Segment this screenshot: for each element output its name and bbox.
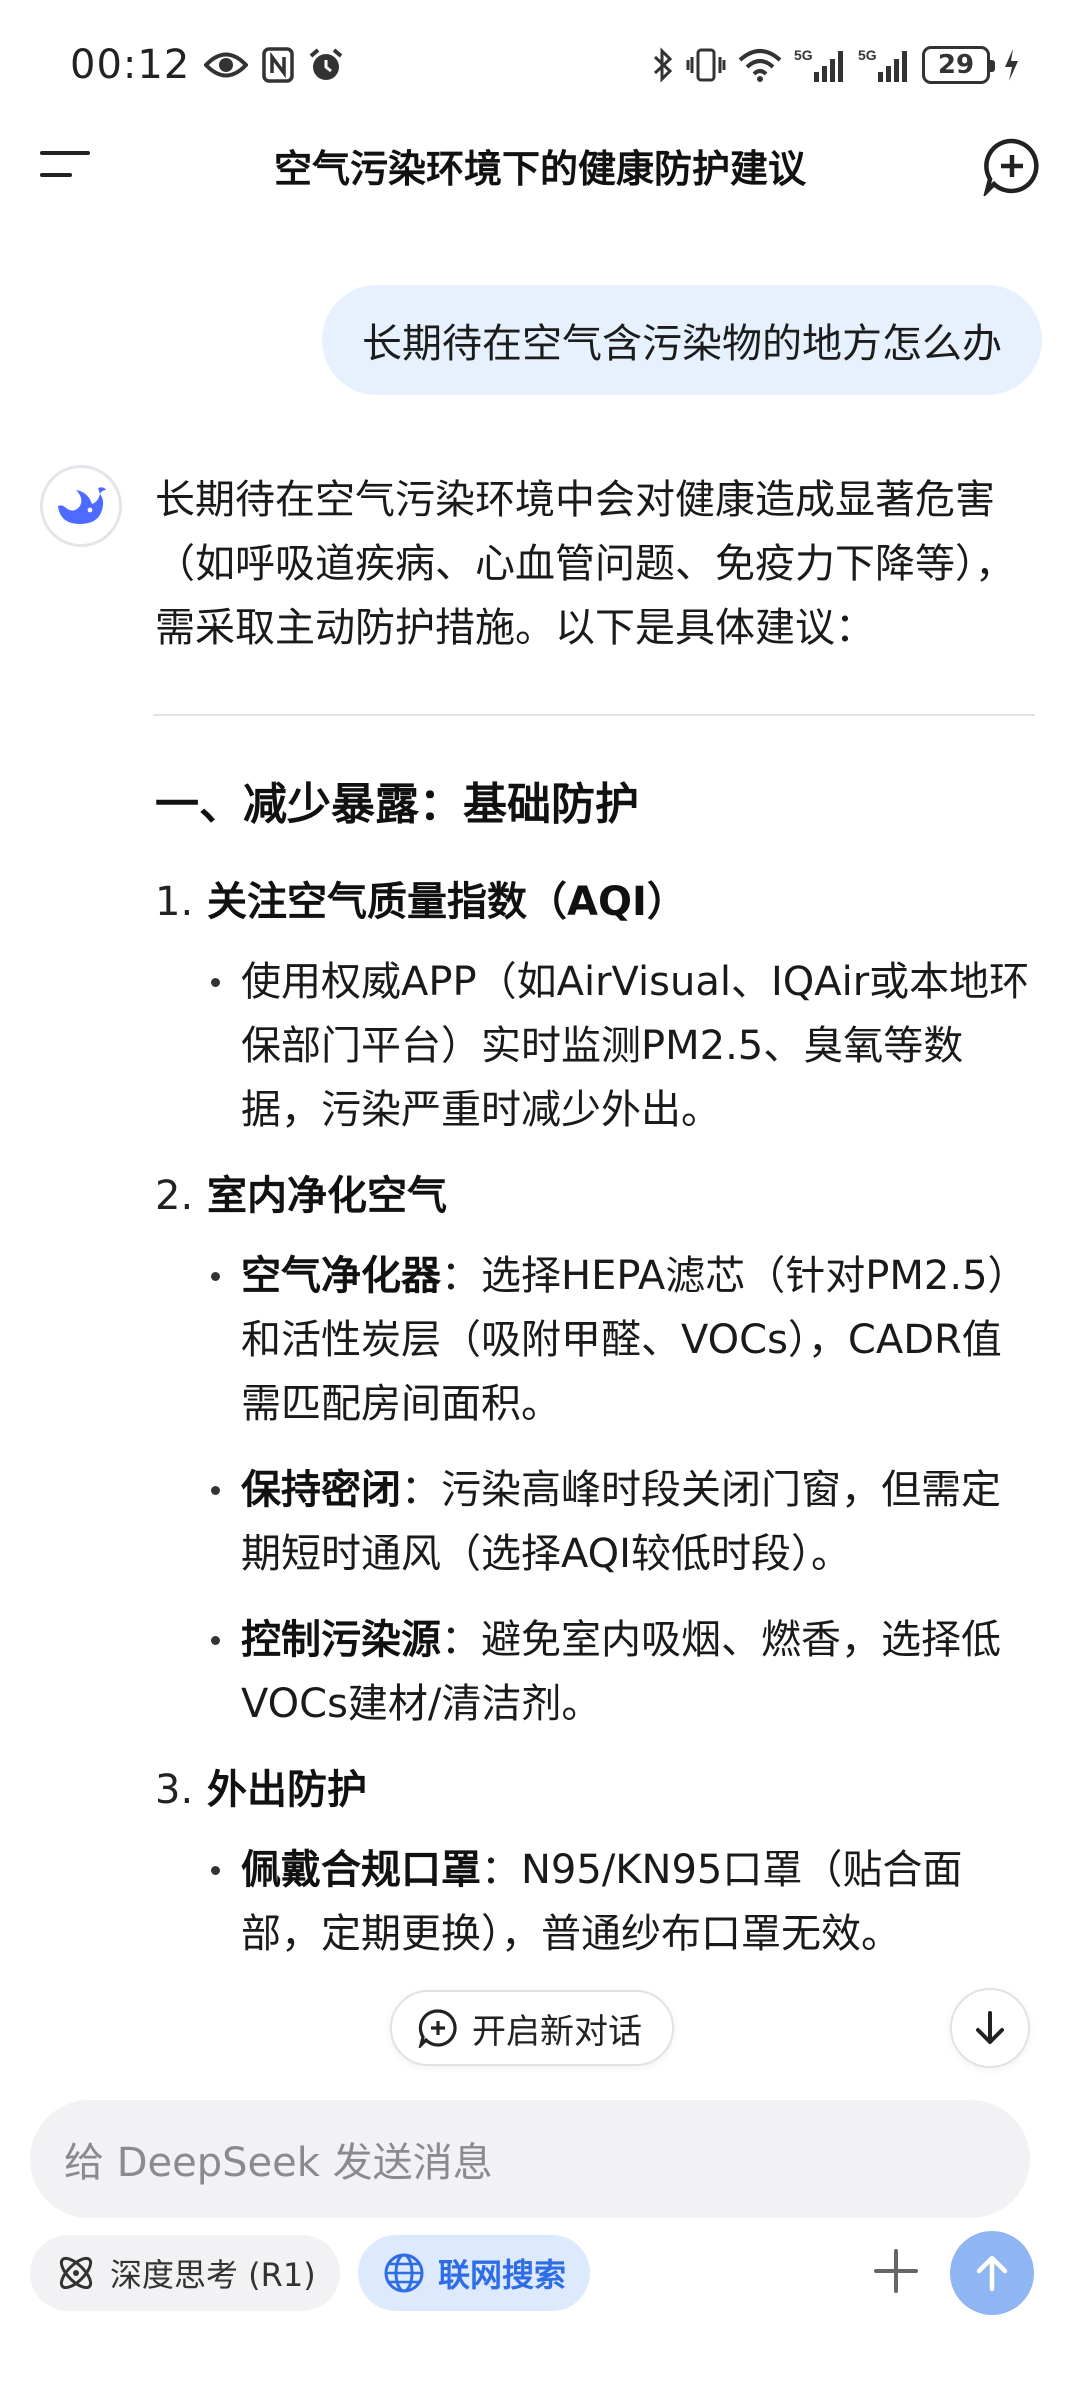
bullet-item: 保持密闭：污染高峰时段关闭门窗，但需定期短时通风（选择AQI较低时段）。 xyxy=(155,1458,1035,1586)
new-chat-button[interactable] xyxy=(982,136,1042,199)
eye-icon xyxy=(204,50,249,80)
input-toolbar: 深度思考 (R1) 联网搜索 xyxy=(0,2231,1080,2325)
arrow-up-icon xyxy=(976,2255,1008,2292)
status-bar: 00:12 5G 5G 29 xyxy=(0,0,1080,130)
assistant-answer: 长期待在空气污染环境中会对健康造成显著危害（如呼吸道疾病、心血管问题、免疫力下降… xyxy=(153,468,1035,1988)
list-item: 2. 室内净化空气 空气净化器：选择HEPA滤芯（针对PM2.5）和活性炭层（吸… xyxy=(155,1164,1035,1736)
start-new-chat-button[interactable]: 开启新对话 xyxy=(390,1990,674,2066)
charging-icon xyxy=(1002,47,1020,83)
bullet-label: 保持密闭 xyxy=(241,1467,401,1513)
list-item-heading: 2. 室内净化空气 xyxy=(155,1164,1035,1228)
list-item-title: 关注空气质量指数（AQI） xyxy=(207,879,687,925)
divider xyxy=(153,714,1035,716)
menu-icon xyxy=(40,151,90,177)
status-left: 00:12 xyxy=(70,42,344,88)
list-item-heading: 3. 外出防护 xyxy=(155,1758,1035,1822)
battery-indicator: 29 xyxy=(922,46,995,84)
status-time: 00:12 xyxy=(70,42,191,88)
user-message[interactable]: 长期待在空气含污染物的地方怎么办 xyxy=(322,285,1042,395)
list-item-title: 外出防护 xyxy=(207,1767,367,1813)
web-search-label: 联网搜索 xyxy=(438,2256,567,2294)
atom-icon xyxy=(59,2256,93,2290)
bullet-item: 控制污染源：避免室内吸烟、燃香，选择低VOCs建材/清洁剂。 xyxy=(155,1608,1035,1736)
network-label-2: 5G xyxy=(858,47,877,63)
bullet-label: 佩戴合规口罩 xyxy=(241,1847,481,1893)
alarm-icon xyxy=(308,47,344,83)
deep-think-toggle[interactable]: 深度思考 (R1) xyxy=(30,2235,340,2311)
chat-plus-icon xyxy=(982,138,1039,199)
arrow-down-icon xyxy=(976,2011,1004,2044)
list-item-number: 1. xyxy=(155,879,194,925)
answer-intro: 长期待在空气污染环境中会对健康造成显著危害（如呼吸道疾病、心血管问题、免疫力下降… xyxy=(155,477,1015,651)
bluetooth-icon xyxy=(652,47,674,83)
deep-think-label: 深度思考 (R1) xyxy=(110,2256,316,2294)
web-search-toggle[interactable]: 联网搜索 xyxy=(358,2235,591,2311)
header: 空气污染环境下的健康防护建议 xyxy=(0,130,1080,200)
signal-5g-icon: 5G xyxy=(794,46,846,84)
deepseek-avatar xyxy=(40,465,122,547)
list-item: 1. 关注空气质量指数（AQI） 使用权威APP（如AirVisual、IQAi… xyxy=(155,870,1035,1142)
bullet-item: 使用权威APP（如AirVisual、IQAir或本地环保部门平台）实时监测PM… xyxy=(155,950,1035,1142)
screen: 00:12 5G 5G 29 空气污染环境下的健康防护建议 长期待在空气含污染物… xyxy=(0,0,1080,2398)
bullet-text: 使用权威APP（如AirVisual、IQAir或本地环保部门平台）实时监测PM… xyxy=(241,959,1030,1133)
list-item-heading: 1. 关注空气质量指数（AQI） xyxy=(155,870,1035,934)
list-item-number: 3. xyxy=(155,1767,194,1813)
whale-logo-icon xyxy=(58,487,106,524)
globe-icon xyxy=(384,2253,424,2293)
list-item-number: 2. xyxy=(155,1173,194,1219)
send-button[interactable] xyxy=(950,2231,1034,2315)
status-right: 5G 5G 29 xyxy=(652,46,1020,84)
start-new-chat-label: 开启新对话 xyxy=(472,2011,642,2052)
wifi-icon xyxy=(738,48,782,82)
message-input-placeholder: 给 DeepSeek 发送消息 xyxy=(64,2140,493,2186)
page-title: 空气污染环境下的健康防护建议 xyxy=(273,146,806,191)
list-item: 3. 外出防护 佩戴合规口罩：N95/KN95口罩（贴合面部，定期更换），普通纱… xyxy=(155,1758,1035,1966)
bullet-item: 佩戴合规口罩：N95/KN95口罩（贴合面部，定期更换），普通纱布口罩无效。 xyxy=(155,1838,1035,1966)
message-input[interactable]: 给 DeepSeek 发送消息 xyxy=(30,2100,1030,2218)
bullet-label: 空气净化器 xyxy=(241,1253,441,1299)
network-label-1: 5G xyxy=(794,47,813,63)
vibrate-icon xyxy=(686,47,726,83)
attach-button[interactable] xyxy=(866,2241,926,2301)
chat-area[interactable]: 长期待在空气含污染物的地方怎么办 长期待在空气污染环境中会对健康造成显著危害（如… xyxy=(0,200,1080,2100)
scroll-to-bottom-button[interactable] xyxy=(950,1988,1030,2068)
plus-icon xyxy=(874,2249,918,2293)
signal-5g-icon: 5G xyxy=(858,46,910,84)
nfc-icon xyxy=(262,47,295,83)
list-item-title: 室内净化空气 xyxy=(207,1173,447,1219)
menu-button[interactable] xyxy=(38,145,94,185)
bullet-label: 控制污染源 xyxy=(241,1617,441,1663)
chat-plus-icon xyxy=(418,2009,457,2048)
section-heading: 一、减少暴露：基础防护 xyxy=(155,779,639,830)
bullet-item: 空气净化器：选择HEPA滤芯（针对PM2.5）和活性炭层（吸附甲醛、VOCs），… xyxy=(155,1244,1035,1436)
